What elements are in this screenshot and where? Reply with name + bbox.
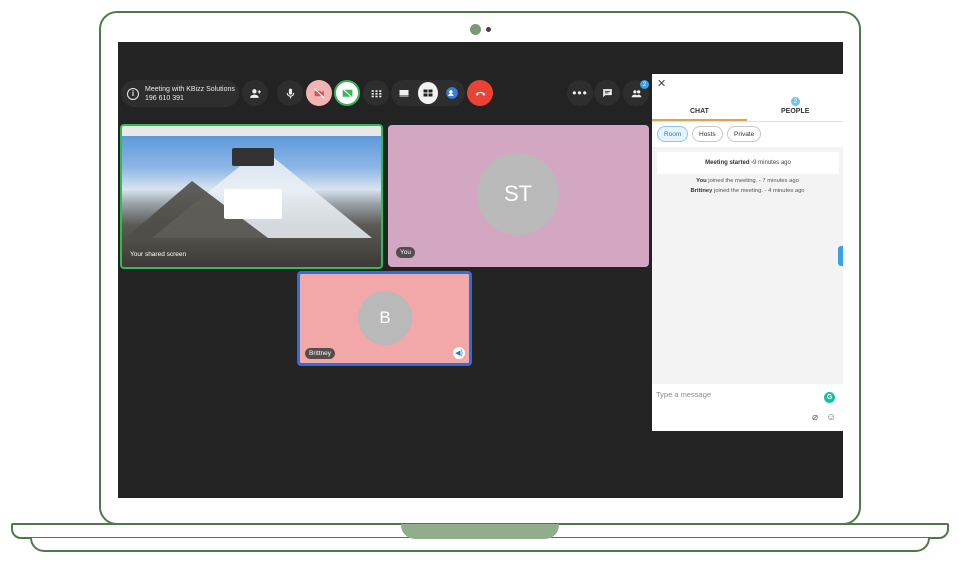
chip-room[interactable]: Room [657, 126, 689, 142]
tile-layout-icon [423, 89, 433, 97]
speaker-layout-icon [399, 90, 409, 97]
screen-share-icon [342, 88, 352, 97]
tab-chat[interactable]: CHAT [690, 108, 709, 115]
participants-layout-button[interactable] [441, 82, 462, 104]
chip-hosts[interactable]: Hosts [692, 126, 723, 142]
chat-toggle-button[interactable] [594, 80, 620, 106]
webcam-icon [470, 24, 481, 35]
laptop-mockup: i Meeting with KBizz Solutions 196 610 3… [0, 0, 959, 567]
attachment-icon[interactable]: ⌀ [812, 412, 818, 423]
message-input[interactable] [656, 388, 816, 400]
microphone-button[interactable] [277, 80, 303, 106]
speaker-volume-icon: ◀) [453, 347, 465, 359]
participant-tile-you[interactable]: ST You [388, 125, 649, 267]
add-person-icon [249, 88, 261, 98]
people-circle-icon [445, 87, 458, 99]
camera-off-icon [313, 87, 325, 99]
chip-private[interactable]: Private [727, 126, 762, 142]
info-icon: i [127, 87, 139, 100]
meeting-screen: i Meeting with KBizz Solutions 196 610 3… [118, 42, 843, 498]
grammarly-icon[interactable]: G [824, 392, 835, 403]
more-dots-icon: ••• [572, 86, 588, 100]
scroll-handle[interactable] [838, 246, 843, 266]
close-icon[interactable]: ✕ [657, 77, 666, 90]
add-person-button[interactable] [242, 80, 268, 106]
tab-people[interactable]: PEOPLE [781, 108, 809, 115]
grid-icon [371, 89, 381, 97]
grid-view-button[interactable] [363, 80, 389, 106]
webcam-indicator [486, 27, 491, 32]
hang-up-icon [475, 91, 485, 96]
list-item: You joined the meeting. - 7 minutes ago [696, 178, 799, 184]
participant-name-label: You [396, 247, 415, 258]
laptop-notch [401, 524, 559, 539]
shared-screen-label: Your shared screen [130, 251, 187, 258]
chat-panel: ✕ 2 CHAT PEOPLE Room Hosts Private Meeti… [652, 74, 843, 431]
tile-layout-button[interactable] [417, 82, 439, 104]
list-item: Brittney joined the meeting. - 4 minutes… [690, 188, 805, 194]
chat-feed[interactable]: Meeting started - 9 minutes ago You join… [652, 147, 843, 384]
meeting-started-message: Meeting started - 9 minutes ago [657, 152, 839, 174]
participant-name-label: Brittney [305, 348, 336, 359]
camera-toggle-button[interactable] [306, 80, 332, 106]
shared-screen-tile[interactable]: Your shared screen [120, 124, 383, 269]
message-composer: G ⌀ ☺ [652, 384, 843, 431]
more-options-button[interactable]: ••• [567, 80, 593, 106]
layout-switcher [391, 80, 465, 106]
laptop-base-bottom [30, 538, 930, 552]
emoji-icon[interactable]: ☺ [826, 412, 836, 423]
meeting-id: 196 610 391 [145, 94, 184, 102]
participant-tile-brittney[interactable]: B Brittney ◀) [297, 271, 472, 366]
chat-icon [602, 88, 612, 97]
participants-icon [631, 89, 641, 97]
tab-divider [652, 121, 843, 122]
people-count-badge: 2 [791, 97, 800, 106]
avatar: ST [477, 153, 559, 235]
avatar: B [358, 291, 412, 345]
mini-video-strip [232, 148, 274, 166]
end-call-button[interactable] [467, 80, 493, 106]
screen-share-button[interactable] [334, 80, 360, 106]
speaker-layout-button[interactable] [394, 82, 415, 104]
shared-dialog [224, 189, 282, 219]
meeting-title: Meeting with KBizz Solutions [145, 85, 235, 93]
shared-browser-bar [122, 126, 381, 136]
participants-count-badge: 2 [640, 80, 649, 89]
microphone-icon [286, 88, 294, 98]
meeting-info[interactable]: i Meeting with KBizz Solutions 196 610 3… [121, 80, 239, 107]
